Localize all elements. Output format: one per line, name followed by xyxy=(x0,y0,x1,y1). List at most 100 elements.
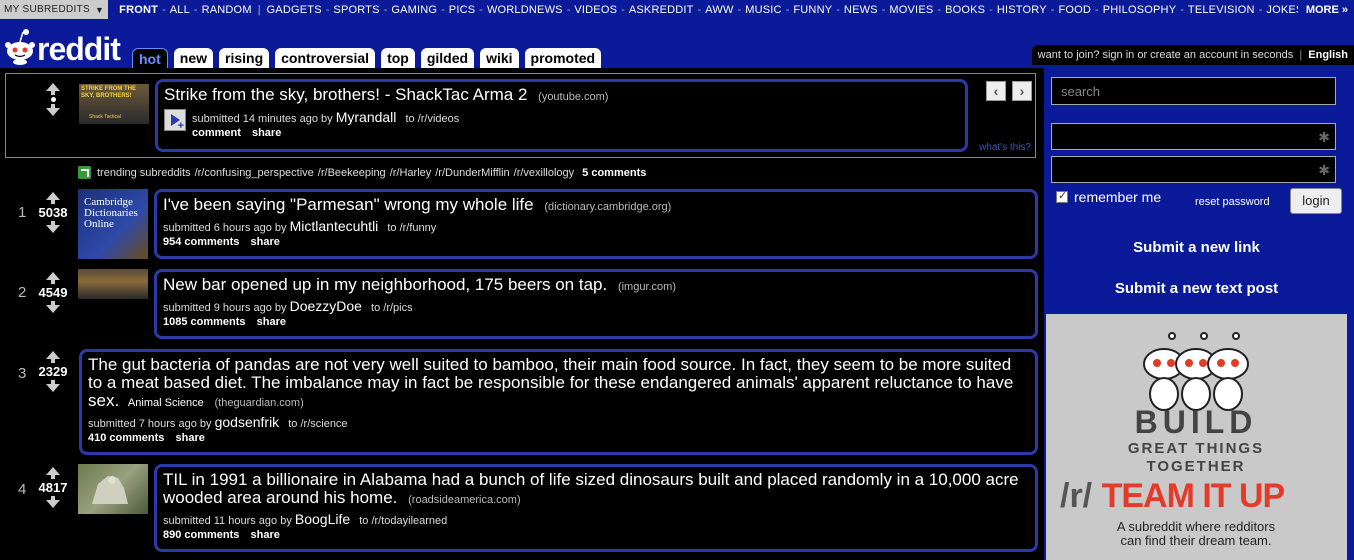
share-link[interactable]: share xyxy=(252,127,281,139)
tab-promoted[interactable]: promoted xyxy=(524,48,602,68)
sr-link-history[interactable]: HISTORY xyxy=(997,4,1047,16)
spotlight-prev-button[interactable]: ‹ xyxy=(986,81,1006,101)
sidebar-ad[interactable]: BUILD GREAT THINGS TOGETHER /r/ TEAM IT … xyxy=(1046,314,1347,560)
comments-link[interactable]: 954 comments xyxy=(163,236,239,248)
post-title[interactable]: TIL in 1991 a billionaire in Alabama had… xyxy=(163,470,1019,507)
spotlight-thumbnail[interactable]: STRIKE FROM THE SKY, BROTHERS! Shack Tac… xyxy=(79,84,149,124)
sr-link-funny[interactable]: FUNNY xyxy=(793,4,832,16)
comments-link[interactable]: 410 comments xyxy=(88,432,164,444)
search-input[interactable]: search xyxy=(1051,77,1336,105)
downvote-arrow-icon[interactable] xyxy=(46,301,60,313)
sr-link-random[interactable]: RANDOM xyxy=(202,4,252,16)
author-link[interactable]: DoezzyDoe xyxy=(290,298,362,314)
post-thumbnail[interactable] xyxy=(78,464,148,514)
sr-link-music[interactable]: MUSIC xyxy=(745,4,781,16)
downvote-arrow-icon[interactable] xyxy=(46,496,60,508)
ad-tagline-1: A subreddit where redditors xyxy=(1116,519,1276,534)
post-thumbnail[interactable] xyxy=(78,269,148,299)
trending-sub-link[interactable]: /r/Beekeeping xyxy=(318,167,386,179)
comments-link[interactable]: 1085 comments xyxy=(163,316,246,328)
tab-wiki[interactable]: wiki xyxy=(480,48,519,68)
post-domain[interactable]: (dictionary.cambridge.org) xyxy=(544,201,671,213)
author-link[interactable]: Myrandall xyxy=(336,109,397,125)
subreddit-link[interactable]: to /r/todayilearned xyxy=(359,515,447,527)
post-domain[interactable]: (imgur.com) xyxy=(618,281,676,293)
reddit-logo[interactable]: reddit xyxy=(4,27,121,67)
upvote-arrow-icon[interactable] xyxy=(46,467,60,479)
comments-link[interactable]: 890 comments xyxy=(163,529,239,541)
sr-link-pics[interactable]: PICS xyxy=(449,4,475,16)
upvote-arrow-icon[interactable] xyxy=(46,272,60,284)
trending-sub-link[interactable]: /r/Harley xyxy=(390,167,432,179)
author-link[interactable]: Mictlantecuhtli xyxy=(290,218,379,234)
upvote-arrow-icon[interactable] xyxy=(46,83,60,95)
sr-link-all[interactable]: ALL xyxy=(170,4,190,16)
tab-gilded[interactable]: gilded xyxy=(420,48,475,68)
tab-new[interactable]: new xyxy=(173,48,213,68)
share-link[interactable]: share xyxy=(251,236,280,248)
post-thumbnail[interactable]: Cambridge Dictionaries Online xyxy=(78,189,148,259)
post-rank: 4 xyxy=(18,481,27,498)
tab-top[interactable]: top xyxy=(381,48,415,68)
thumb-caption-1: STRIKE FROM THE xyxy=(81,86,136,92)
downvote-arrow-icon[interactable] xyxy=(46,380,60,392)
ad-team-headline: /r/ TEAM IT UP xyxy=(1060,477,1285,516)
share-link[interactable]: share xyxy=(257,316,286,328)
sr-link-philosophy[interactable]: PHILOSOPHY xyxy=(1103,4,1177,16)
subreddit-link[interactable]: to /r/pics xyxy=(371,302,413,314)
sr-link-front[interactable]: FRONT xyxy=(119,4,158,16)
subreddit-link[interactable]: to /r/videos xyxy=(405,113,459,125)
spotlight-next-button[interactable]: › xyxy=(1012,81,1032,101)
post-domain[interactable]: (theguardian.com) xyxy=(214,397,303,409)
password-field[interactable]: ✱ xyxy=(1051,156,1336,183)
submit-text-button[interactable]: Submit a new text post xyxy=(1044,280,1349,297)
trending-sub-link[interactable]: /r/vexillology xyxy=(514,167,575,179)
language-selector[interactable]: English xyxy=(1308,49,1348,61)
upvote-arrow-icon[interactable] xyxy=(46,351,60,363)
sr-link-videos[interactable]: VIDEOS xyxy=(574,4,617,16)
post-title[interactable]: New bar opened up in my neighborhood, 17… xyxy=(163,275,607,294)
upvote-arrow-icon[interactable] xyxy=(46,192,60,204)
whats-this-link[interactable]: what's this? xyxy=(979,142,1031,153)
post-domain[interactable]: (roadsideamerica.com) xyxy=(408,494,520,506)
sr-link-aww[interactable]: AWW xyxy=(705,4,733,16)
remember-me-checkbox[interactable] xyxy=(1056,189,1068,203)
trending-sub-link[interactable]: /r/DunderMifflin xyxy=(435,167,509,179)
author-link[interactable]: godsenfrik xyxy=(215,414,280,430)
tab-hot[interactable]: hot xyxy=(132,48,168,68)
subreddit-link[interactable]: to /r/funny xyxy=(387,222,436,234)
sr-link-gaming[interactable]: GAMING xyxy=(391,4,437,16)
share-link[interactable]: share xyxy=(251,529,280,541)
subreddit-link[interactable]: to /r/science xyxy=(288,418,347,430)
tab-controversial[interactable]: controversial xyxy=(275,48,376,68)
video-expand-button[interactable]: + xyxy=(164,109,186,132)
username-field[interactable]: ✱ xyxy=(1051,123,1336,150)
share-link[interactable]: share xyxy=(176,432,205,444)
my-subreddits-dropdown[interactable]: MY SUBREDDITS ▼ xyxy=(0,0,109,19)
downvote-arrow-icon[interactable] xyxy=(46,221,60,233)
sr-link-television[interactable]: TELEVISION xyxy=(1188,4,1255,16)
trending-comments-link[interactable]: 5 comments xyxy=(582,167,646,179)
sr-link-books[interactable]: BOOKS xyxy=(945,4,985,16)
reset-password-link[interactable]: reset password xyxy=(1195,196,1270,208)
sr-link-askreddit[interactable]: ASKREDDIT xyxy=(629,4,694,16)
post-title[interactable]: Strike from the sky, brothers! - ShackTa… xyxy=(164,85,527,104)
sr-link-sports[interactable]: SPORTS xyxy=(333,4,379,16)
more-subreddits-link[interactable]: MORE » xyxy=(1297,0,1354,19)
login-button[interactable]: login xyxy=(1290,188,1342,214)
sr-link-news[interactable]: NEWS xyxy=(844,4,878,16)
post-domain[interactable]: (youtube.com) xyxy=(538,91,608,103)
sr-link-food[interactable]: FOOD xyxy=(1058,4,1091,16)
submit-link-button[interactable]: Submit a new link xyxy=(1044,239,1349,256)
comments-link[interactable]: comment xyxy=(192,127,241,139)
login-prompt-link[interactable]: want to join? sign in or create an accou… xyxy=(1038,49,1294,61)
trending-sub-link[interactable]: /r/confusing_perspective xyxy=(195,167,314,179)
sr-link-movies[interactable]: MOVIES xyxy=(889,4,933,16)
sr-link-worldnews[interactable]: WORLDNEWS xyxy=(487,4,563,16)
tab-rising[interactable]: rising xyxy=(219,48,270,68)
author-link[interactable]: BoogLife xyxy=(295,511,350,527)
subreddit-bar: MY SUBREDDITS ▼ FRONT - ALL - RANDOM | GADG… xyxy=(0,0,1354,19)
sr-link-gadgets[interactable]: GADGETS xyxy=(267,4,322,16)
post-title[interactable]: I've been saying "Parmesan" wrong my who… xyxy=(163,195,534,214)
downvote-arrow-icon[interactable] xyxy=(46,104,60,116)
